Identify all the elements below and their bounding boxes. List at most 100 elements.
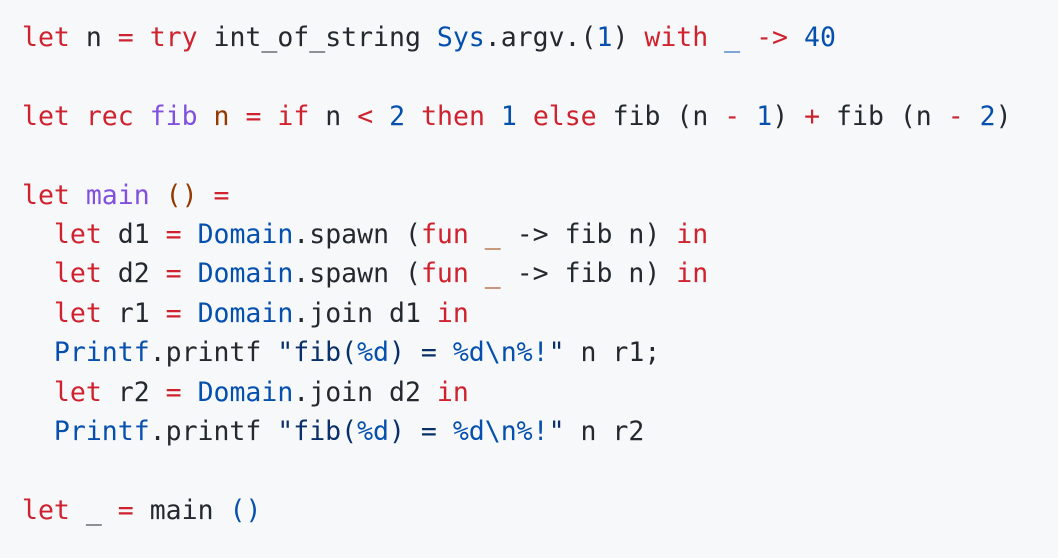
code-token-mod: %! — [516, 415, 549, 447]
code-token-kw: try — [149, 22, 198, 53]
code-token-plain: fib n) — [548, 258, 677, 290]
code-token-kw: let — [22, 100, 70, 132]
code-token-str: ) = — [389, 337, 453, 369]
code-token-kw: let — [53, 297, 102, 329]
code-token-kw: = — [165, 297, 182, 329]
code-token-kw: let — [22, 22, 70, 53]
code-token-num: 1 — [500, 100, 517, 132]
code-token-kw: = — [213, 179, 230, 211]
code-token-num: 2 — [979, 100, 996, 132]
code-token-plain: .printf — [149, 415, 278, 447]
code-token-fn: main — [85, 179, 150, 211]
code-token-mod: () — [229, 494, 262, 526]
code-token-kw: = — [245, 100, 262, 132]
code-token-plain: .printf — [149, 337, 278, 369]
code-token-num: 2 — [389, 100, 406, 132]
code-token-kw: - — [947, 100, 964, 132]
code-token-kw: = — [117, 22, 134, 53]
code-token-mod: %d — [357, 415, 389, 447]
code-token-plain: ( — [580, 22, 597, 53]
code-token-kw: = — [165, 218, 182, 250]
code-token-kw: < — [357, 100, 374, 132]
code-token-plain: d1 — [101, 218, 166, 250]
code-token-plain: n r1; — [564, 337, 661, 369]
code-token-plain: main — [133, 494, 230, 526]
code-block: let n = try int_of_string Sys.argv.(1) w… — [0, 0, 1058, 558]
code-token-kw: with — [644, 22, 709, 53]
code-token-mod: %! — [516, 337, 549, 369]
code-token-kw: = — [165, 376, 182, 408]
code-token-num: 1 — [596, 22, 613, 53]
code-line: let d1 = Domain.spawn (fun _ -> fib n) i… — [22, 215, 1058, 254]
code-token-plain: -> — [516, 258, 549, 290]
code-token-mod: %d — [452, 337, 485, 369]
code-token-kw: fun — [420, 258, 469, 290]
code-token-kw: fun — [420, 218, 469, 250]
code-token-kw: in — [676, 218, 709, 250]
code-token-mod: \n — [484, 337, 517, 369]
code-token-mod: Printf — [53, 415, 150, 447]
code-token-mod: Sys — [436, 22, 485, 53]
code-token-plain: r1 — [101, 297, 166, 329]
code-token-kw: let — [22, 179, 70, 211]
code-token-plain: ) — [772, 100, 805, 132]
code-token-mod: %d — [357, 337, 389, 369]
code-token-str: "fib( — [277, 415, 358, 447]
code-token-mod: Domain — [197, 218, 294, 250]
code-token-kw: if — [277, 100, 310, 132]
code-token-plain: n — [309, 100, 358, 132]
code-line: let d2 = Domain.spawn (fun _ -> fib n) i… — [22, 254, 1058, 293]
code-token-kw: else — [532, 100, 597, 132]
code-token-plain: n — [69, 22, 118, 53]
code-line: let r1 = Domain.join d1 in — [22, 294, 1058, 333]
code-token-kw: = — [165, 258, 182, 290]
code-token-kw: rec — [85, 100, 134, 132]
code-token-kw: let — [53, 258, 102, 290]
code-token-plain: .spawn ( — [293, 258, 421, 290]
code-token-kw: let — [53, 218, 102, 250]
code-token-plain: int_of_string — [197, 22, 437, 53]
code-token-plain: .argv. — [484, 22, 581, 53]
code-token-str: "fib( — [277, 337, 358, 369]
code-line: let _ = main () — [22, 491, 1058, 530]
code-token-kw: in — [676, 258, 709, 290]
code-line: let main () = — [22, 176, 1058, 215]
code-token-var: n — [213, 100, 230, 132]
code-token-mod: Domain — [197, 258, 294, 290]
code-token-kw: then — [421, 100, 485, 132]
code-token-str: ) = — [389, 415, 453, 447]
code-token-kw: let — [53, 376, 102, 408]
code-token-mod: %d — [452, 415, 485, 447]
code-line: let r2 = Domain.join d2 in — [22, 373, 1058, 412]
code-token-kw: let — [22, 494, 70, 526]
code-token-mod: Printf — [53, 337, 150, 369]
code-token-plain: fib (n — [596, 100, 725, 132]
code-line: let n = try int_of_string Sys.argv.(1) w… — [22, 18, 1058, 57]
code-token-plain: fib (n — [820, 100, 948, 132]
code-token-kw: + — [804, 100, 821, 132]
